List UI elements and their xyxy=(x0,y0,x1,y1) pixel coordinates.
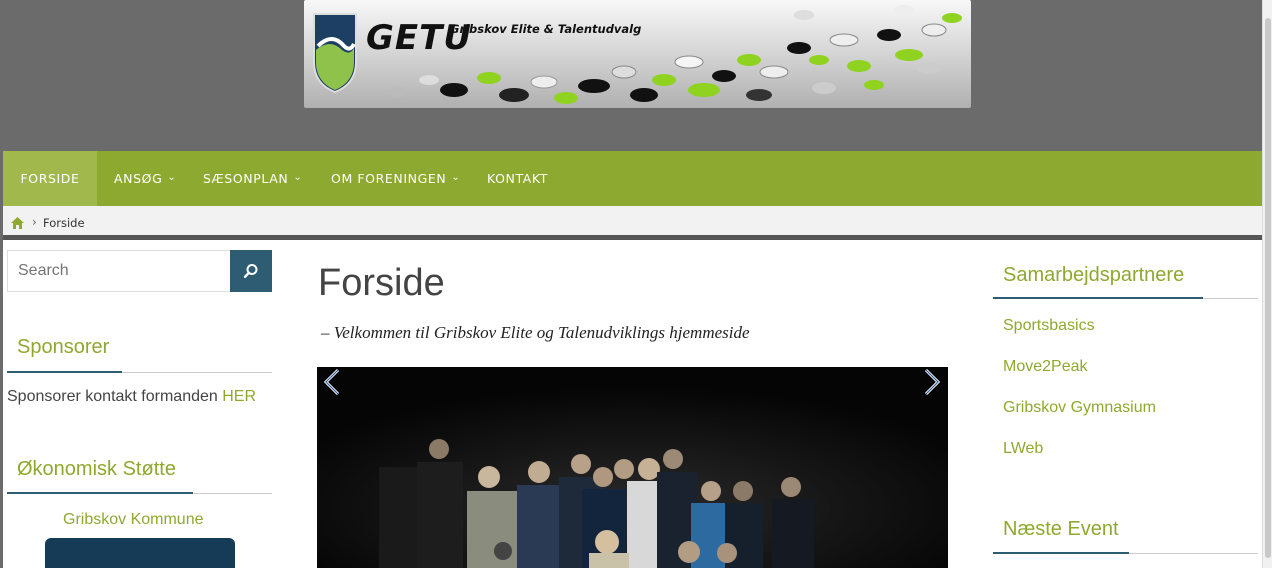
chevron-down-icon: ⌄ xyxy=(293,172,303,183)
divider-accent xyxy=(7,371,122,373)
home-icon[interactable] xyxy=(11,217,24,229)
nav-item-label: KONTAKT xyxy=(487,171,548,186)
nav-item-om-foreningen[interactable]: OM FORENINGEN ⌄ xyxy=(331,151,460,206)
partner-link[interactable]: Gribskov Gymnasium xyxy=(1003,399,1156,417)
nav-item-label: SÆSONPLAN xyxy=(203,171,289,186)
nav-item-label: ANSØG xyxy=(114,171,163,186)
welcome-text: – Velkommen til Gribskov Elite og Talenu… xyxy=(321,323,750,342)
nav-item-ansog[interactable]: ANSØG ⌄ xyxy=(114,151,176,206)
chevron-right-icon[interactable] xyxy=(921,367,943,397)
chevron-down-icon: ⌄ xyxy=(167,172,177,183)
partners-title: Samarbejdspartnere xyxy=(1003,264,1185,286)
image-slider[interactable] xyxy=(317,367,948,568)
support-title: Økonomisk Støtte xyxy=(17,458,176,480)
divider-accent xyxy=(993,297,1203,299)
breadcrumb-separator: › xyxy=(32,215,37,229)
sponsors-text: Sponsorer kontakt formanden HER xyxy=(7,388,256,406)
nav-item-label: FORSIDE xyxy=(20,171,80,186)
nav-item-kontakt[interactable]: KONTAKT xyxy=(487,151,548,206)
page-title: Forside xyxy=(318,262,445,304)
partner-link[interactable]: Sportsbasics xyxy=(1003,317,1095,335)
main-nav: FORSIDE ANSØG ⌄ SÆSONPLAN ⌄ OM FORENINGE… xyxy=(3,151,1262,206)
site-header: GETU Gribskov Elite & Talentudvalg xyxy=(3,0,1262,151)
divider-accent xyxy=(7,492,193,494)
slider-photo xyxy=(317,367,948,568)
page: GETU Gribskov Elite & Talentudvalg FORSI… xyxy=(0,0,1272,568)
banner-spheres xyxy=(389,5,962,104)
scrollbar-thumb[interactable] xyxy=(1265,18,1271,558)
nav-item-label: OM FORENINGEN xyxy=(331,171,447,186)
search-icon xyxy=(243,264,258,279)
banner-org-name: Gribskov Elite & Talentudvalg xyxy=(450,22,642,36)
scrollbar[interactable] xyxy=(1262,0,1272,568)
breadcrumb: › Forside xyxy=(3,206,1262,240)
event-title: Næste Event xyxy=(1003,518,1119,540)
partner-link[interactable]: LWeb xyxy=(1003,440,1043,458)
partner-link[interactable]: Move2Peak xyxy=(1003,358,1088,376)
search-button[interactable] xyxy=(230,250,272,292)
sponsors-title: Sponsorer xyxy=(17,336,110,358)
support-link[interactable]: Gribskov Kommune xyxy=(63,511,204,529)
chevron-down-icon: ⌄ xyxy=(451,172,461,183)
site-banner[interactable]: GETU Gribskov Elite & Talentudvalg xyxy=(304,0,971,108)
nav-item-forside[interactable]: FORSIDE xyxy=(3,151,97,206)
sponsors-text-label: Sponsorer kontakt formanden xyxy=(7,388,218,405)
gribskov-kommune-logo[interactable] xyxy=(45,538,235,568)
shield-icon xyxy=(313,13,357,94)
chevron-left-icon[interactable] xyxy=(321,367,343,397)
divider-accent xyxy=(993,552,1129,554)
search-input[interactable] xyxy=(7,250,231,292)
sponsors-link[interactable]: HER xyxy=(222,388,256,405)
breadcrumb-current: Forside xyxy=(43,216,85,230)
nav-item-saesonplan[interactable]: SÆSONPLAN ⌄ xyxy=(203,151,302,206)
